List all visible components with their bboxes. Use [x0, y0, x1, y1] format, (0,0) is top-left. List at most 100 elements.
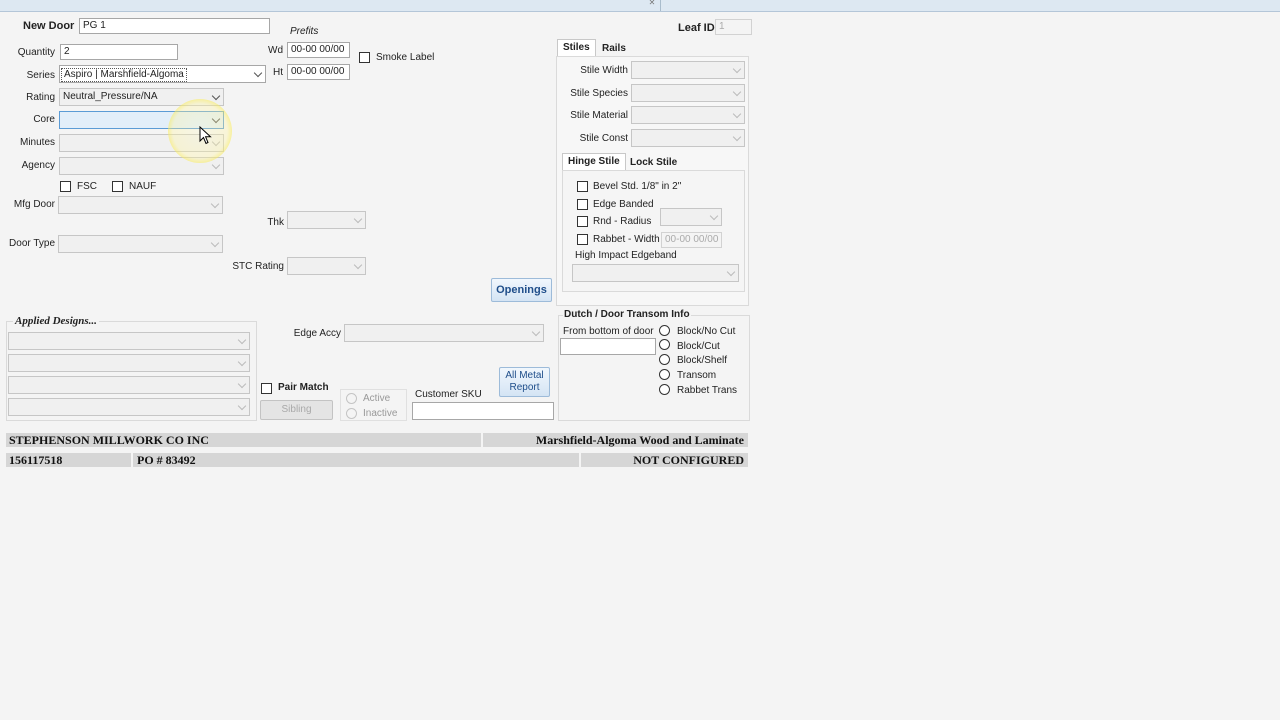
- transom-option-radio[interactable]: [659, 339, 670, 350]
- pair-match-label: Pair Match: [278, 382, 329, 393]
- thk-dropdown[interactable]: [287, 211, 366, 229]
- transom-title: Dutch / Door Transom Info: [563, 309, 691, 320]
- pair-match-checkbox[interactable]: [261, 383, 272, 394]
- po-number: PO # 83492: [133, 453, 579, 467]
- door-type-dropdown[interactable]: [58, 235, 223, 253]
- core-label: Core: [33, 114, 55, 125]
- chevron-down-icon: [210, 199, 220, 209]
- wd-label: Wd: [268, 45, 283, 56]
- openings-button[interactable]: Openings: [491, 278, 552, 302]
- series-label: Series: [26, 70, 55, 81]
- applied-design-dropdown[interactable]: [8, 354, 250, 372]
- chevron-down-icon: [353, 214, 363, 224]
- stile-material-dropdown[interactable]: [631, 106, 745, 124]
- chevron-down-icon: [237, 379, 247, 389]
- applied-designs-title: Applied Designs...: [13, 315, 99, 327]
- minutes-label: Minutes: [19, 137, 55, 148]
- rabbet-width-checkbox[interactable]: [577, 234, 588, 245]
- stile-material-label: Stile Material: [570, 110, 628, 121]
- new-door-field[interactable]: PG 1: [79, 18, 270, 34]
- transom-option-radio[interactable]: [659, 325, 670, 336]
- door-type-label: Door Type: [9, 238, 55, 249]
- stile-width-dropdown[interactable]: [631, 61, 745, 79]
- radius-dropdown[interactable]: [660, 208, 722, 226]
- chevron-down-icon: [732, 64, 742, 74]
- inactive-radio[interactable]: [346, 408, 357, 419]
- smoke-label-checkbox[interactable]: [359, 52, 370, 63]
- window-top-bar: ✕: [0, 0, 1280, 12]
- thk-label: Thk: [267, 217, 284, 228]
- configuration-status: NOT CONFIGURED: [581, 453, 748, 467]
- edge-banded-label: Edge Banded: [593, 199, 654, 210]
- tab-stiles[interactable]: Stiles: [557, 39, 596, 57]
- transom-option-label: Transom: [677, 370, 717, 381]
- mfg-door-dropdown[interactable]: [58, 196, 223, 214]
- nauf-checkbox[interactable]: [112, 181, 123, 192]
- sibling-button[interactable]: Sibling: [260, 400, 333, 420]
- prefits-label: Prefits: [290, 26, 319, 37]
- applied-design-dropdown[interactable]: [8, 376, 250, 394]
- mouse-pointer-icon: [199, 126, 212, 145]
- tab-lock-stile[interactable]: Lock Stile: [625, 155, 682, 170]
- stile-const-label: Stile Const: [579, 133, 628, 144]
- applied-design-dropdown[interactable]: [8, 332, 250, 350]
- leaf-id-label: Leaf ID: [678, 22, 715, 34]
- from-bottom-label: From bottom of door: [563, 326, 654, 337]
- chevron-down-icon: [210, 238, 220, 248]
- rating-dropdown[interactable]: Neutral_Pressure/NA: [59, 88, 224, 106]
- stile-species-label: Stile Species: [570, 88, 628, 99]
- rnd-radius-checkbox[interactable]: [577, 216, 588, 227]
- smoke-label-text: Smoke Label: [376, 52, 435, 63]
- rabbet-width-field[interactable]: 00-00 00/00: [661, 232, 722, 248]
- inactive-label: Inactive: [363, 408, 398, 419]
- close-icon[interactable]: ✕: [645, 0, 659, 9]
- leaf-id-field[interactable]: 1: [715, 19, 752, 35]
- transom-option-label: Block/Shelf: [677, 355, 728, 366]
- active-label: Active: [363, 393, 391, 404]
- rating-label: Rating: [26, 92, 55, 103]
- company-name: STEPHENSON MILLWORK CO INC: [6, 433, 481, 447]
- chevron-down-icon: [732, 87, 742, 97]
- edge-accy-dropdown[interactable]: [344, 324, 544, 342]
- high-impact-edgeband-dropdown[interactable]: [572, 264, 739, 282]
- bevel-label: Bevel Std. 1/8" in 2": [593, 181, 682, 192]
- chevron-down-icon: [726, 267, 736, 277]
- wd-field[interactable]: 00-00 00/00: [287, 42, 350, 58]
- chevron-down-icon: [353, 260, 363, 270]
- quantity-field[interactable]: 2: [60, 44, 178, 60]
- tab-hinge-stile[interactable]: Hinge Stile: [562, 153, 626, 171]
- from-bottom-field[interactable]: [560, 338, 656, 355]
- chevron-down-icon: [211, 91, 221, 101]
- edge-accy-label: Edge Accy: [293, 328, 341, 339]
- tab-rails[interactable]: Rails: [597, 41, 631, 56]
- active-radio[interactable]: [346, 393, 357, 404]
- transom-option-radio[interactable]: [659, 384, 670, 395]
- edge-banded-checkbox[interactable]: [577, 199, 588, 210]
- chevron-down-icon: [531, 327, 541, 337]
- fsc-label: FSC: [77, 181, 97, 192]
- applied-design-dropdown[interactable]: [8, 398, 250, 416]
- chevron-down-icon: [211, 114, 221, 124]
- agency-dropdown[interactable]: [59, 157, 224, 175]
- rating-value: Neutral_Pressure/NA: [63, 91, 158, 102]
- chevron-down-icon: [709, 211, 719, 221]
- stile-const-dropdown[interactable]: [631, 129, 745, 147]
- customer-sku-field[interactable]: [412, 402, 554, 420]
- transom-option-radio[interactable]: [659, 354, 670, 365]
- ht-field[interactable]: 00-00 00/00: [287, 64, 350, 80]
- rnd-radius-label: Rnd - Radius: [593, 216, 652, 227]
- fsc-checkbox[interactable]: [60, 181, 71, 192]
- transom-option-label: Rabbet Trans: [677, 385, 738, 396]
- stc-rating-dropdown[interactable]: [287, 257, 366, 275]
- transom-option-radio[interactable]: [659, 369, 670, 380]
- chevron-down-icon: [237, 357, 247, 367]
- brand-name: Marshfield-Algoma Wood and Laminate: [483, 433, 748, 447]
- order-number: 156117518: [6, 453, 131, 467]
- high-impact-edgeband-label: High Impact Edgeband: [575, 250, 677, 261]
- chevron-down-icon: [237, 335, 247, 345]
- transom-option-label: Block/No Cut: [677, 326, 736, 337]
- bevel-checkbox[interactable]: [577, 181, 588, 192]
- all-metal-report-button[interactable]: All Metal Report: [499, 367, 550, 397]
- series-dropdown[interactable]: Aspiro | Marshfield-Algoma: [59, 65, 266, 83]
- stile-species-dropdown[interactable]: [631, 84, 745, 102]
